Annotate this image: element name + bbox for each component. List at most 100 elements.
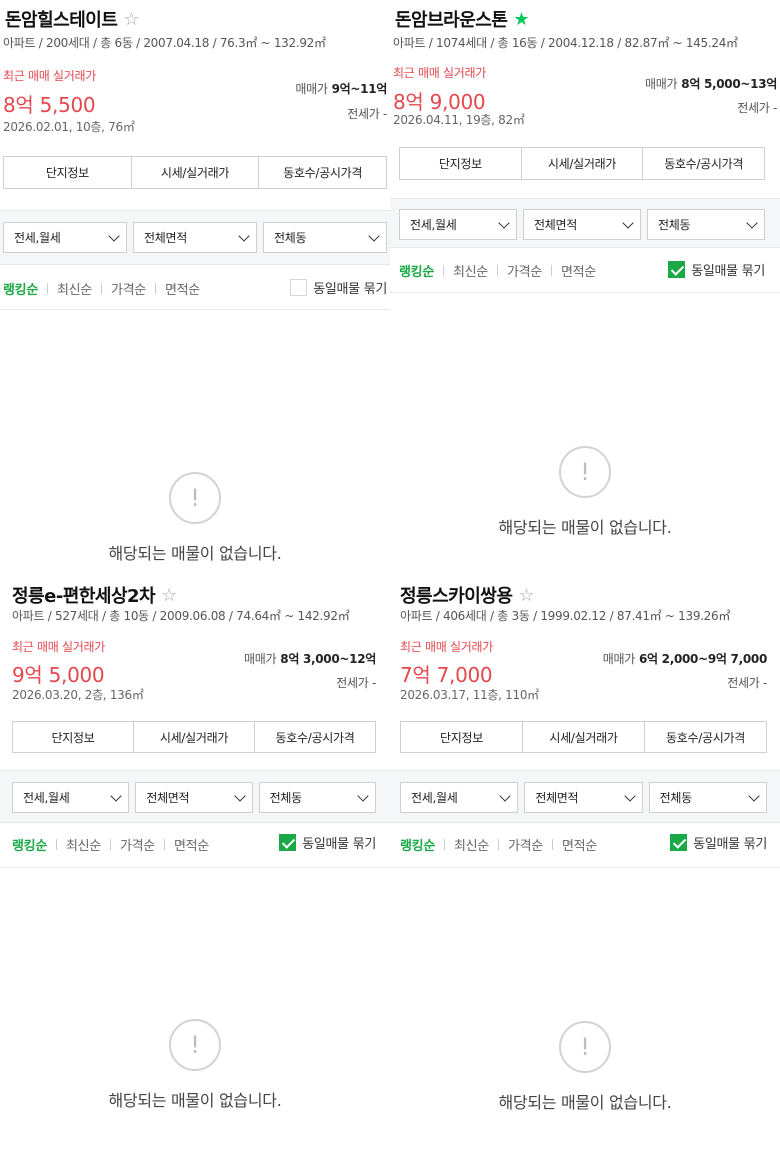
group-same-listings-checkbox[interactable] bbox=[670, 834, 688, 851]
complex-panel: 돈암힐스테이트 ☆ 아파트 / 200세대 / 총 6동 / 2007.04.1… bbox=[0, 0, 390, 576]
group-same-listings[interactable]: 동일매물 묶기 bbox=[668, 260, 765, 279]
group-same-listings-label: 동일매물 묶기 bbox=[691, 264, 765, 279]
area-select[interactable]: 전체면적 bbox=[523, 209, 641, 240]
divider bbox=[442, 265, 444, 276]
group-same-listings[interactable]: 동일매물 묶기 bbox=[670, 833, 767, 852]
trade-type-select[interactable]: 전세,월세 bbox=[3, 222, 127, 253]
tab-market-price[interactable]: 시세/실거래가 bbox=[523, 722, 645, 752]
chevron-down-icon bbox=[357, 789, 369, 802]
chevron-down-icon bbox=[498, 216, 510, 229]
trade-type-select-value: 전세,월세 bbox=[410, 218, 457, 232]
chevron-down-icon bbox=[746, 216, 758, 229]
group-same-listings[interactable]: 동일매물 묶기 bbox=[290, 278, 387, 297]
sort-price[interactable]: 가격순 bbox=[111, 279, 146, 298]
info-tabs: 단지정보 시세/실거래가 동호수/공시가격 bbox=[3, 156, 387, 189]
building-select[interactable]: 전체동 bbox=[263, 222, 387, 253]
sort-bar: 랭킹순 최신순 가격순 면적순 동일매물 묶기 bbox=[390, 824, 780, 868]
sale-price-range: 매매가 6억 2,000~9억 7,000 bbox=[603, 650, 768, 667]
area-select-value: 전체면적 bbox=[535, 791, 579, 805]
area-select[interactable]: 전체면적 bbox=[133, 222, 257, 253]
sort-area[interactable]: 면적순 bbox=[165, 279, 200, 298]
jeonse-price: 전세가 - bbox=[737, 99, 777, 116]
tab-unit-public-price[interactable]: 동호수/공시가격 bbox=[259, 157, 386, 188]
tab-market-price[interactable]: 시세/실거래가 bbox=[134, 722, 255, 752]
complex-title: 정릉e-편한세상2차 ☆ bbox=[12, 582, 177, 608]
empty-state: ! 해당되는 매물이 없습니다. bbox=[0, 472, 390, 564]
sort-latest[interactable]: 최신순 bbox=[57, 279, 92, 298]
info-tabs: 단지정보 시세/실거래가 동호수/공시가격 bbox=[399, 147, 765, 180]
divider bbox=[550, 265, 552, 276]
empty-message: 해당되는 매물이 없습니다. bbox=[498, 1093, 672, 1112]
building-select[interactable]: 전체동 bbox=[647, 209, 765, 240]
complex-meta: 아파트 / 527세대 / 총 10동 / 2009.06.08 / 74.64… bbox=[12, 609, 350, 623]
jeonse-price-label: 전세가 bbox=[336, 676, 369, 690]
tab-market-price[interactable]: 시세/실거래가 bbox=[132, 157, 260, 188]
tab-complex-info[interactable]: 단지정보 bbox=[400, 148, 522, 179]
tab-unit-public-price[interactable]: 동호수/공시가격 bbox=[643, 148, 764, 179]
complex-name: 돈암브라운스톤 bbox=[395, 10, 508, 31]
sort-price[interactable]: 가격순 bbox=[507, 261, 542, 280]
sort-ranking[interactable]: 랭킹순 bbox=[12, 835, 47, 854]
area-select-value: 전체면적 bbox=[146, 791, 190, 805]
sort-area[interactable]: 면적순 bbox=[561, 261, 596, 280]
complex-name: 정릉e-편한세상2차 bbox=[12, 586, 156, 607]
group-same-listings-checkbox[interactable] bbox=[668, 261, 686, 278]
recent-trade-detail: 2026.03.20, 2층, 136㎡ bbox=[12, 688, 144, 702]
group-same-listings[interactable]: 동일매물 묶기 bbox=[279, 833, 376, 852]
area-select[interactable]: 전체면적 bbox=[524, 782, 643, 813]
group-same-listings-checkbox[interactable] bbox=[290, 279, 308, 296]
jeonse-price-value: - bbox=[371, 676, 376, 690]
sort-price[interactable]: 가격순 bbox=[120, 835, 155, 854]
complex-meta: 아파트 / 200세대 / 총 6동 / 2007.04.18 / 76.3㎡ … bbox=[3, 36, 326, 50]
empty-message: 해당되는 매물이 없습니다. bbox=[108, 1091, 282, 1110]
jeonse-price-label: 전세가 bbox=[727, 676, 760, 690]
tab-unit-public-price[interactable]: 동호수/공시가격 bbox=[255, 722, 375, 752]
trade-type-select-value: 전세,월세 bbox=[14, 231, 61, 245]
sort-latest[interactable]: 최신순 bbox=[66, 835, 101, 854]
tab-complex-info[interactable]: 단지정보 bbox=[13, 722, 134, 752]
sort-price[interactable]: 가격순 bbox=[508, 835, 543, 854]
exclamation-icon: ! bbox=[169, 472, 221, 524]
area-select[interactable]: 전체면적 bbox=[135, 782, 253, 813]
trade-type-select[interactable]: 전세,월세 bbox=[399, 209, 517, 240]
sort-ranking[interactable]: 랭킹순 bbox=[400, 835, 435, 854]
divider bbox=[154, 283, 156, 294]
jeonse-price: 전세가 - bbox=[347, 105, 387, 122]
recent-trade-label: 최근 매매 실거래가 bbox=[400, 640, 493, 654]
sort-latest[interactable]: 최신순 bbox=[454, 835, 489, 854]
jeonse-price: 전세가 - bbox=[336, 674, 376, 691]
favorite-star-icon[interactable]: ☆ bbox=[161, 585, 177, 606]
chevron-down-icon bbox=[238, 229, 250, 242]
info-tabs: 단지정보 시세/실거래가 동호수/공시가격 bbox=[400, 721, 767, 753]
tab-market-price[interactable]: 시세/실거래가 bbox=[522, 148, 644, 179]
tab-complex-info[interactable]: 단지정보 bbox=[401, 722, 523, 752]
sort-area[interactable]: 면적순 bbox=[174, 835, 209, 854]
sort-ranking[interactable]: 랭킹순 bbox=[399, 261, 434, 280]
favorite-star-icon[interactable]: ☆ bbox=[518, 585, 534, 606]
sort-latest[interactable]: 최신순 bbox=[453, 261, 488, 280]
filter-bar: 전세,월세 전체면적 전체동 bbox=[0, 770, 390, 823]
empty-state: ! 해당되는 매물이 없습니다. bbox=[0, 1019, 390, 1111]
sale-price-value: 8억 5,000~13억 bbox=[681, 77, 777, 91]
building-select[interactable]: 전체동 bbox=[258, 782, 376, 813]
tab-complex-info[interactable]: 단지정보 bbox=[4, 157, 132, 188]
jeonse-price-label: 전세가 bbox=[737, 101, 770, 115]
favorite-star-icon[interactable]: ★ bbox=[513, 9, 529, 30]
group-same-listings-checkbox[interactable] bbox=[279, 834, 297, 851]
trade-type-select-value: 전세,월세 bbox=[23, 791, 70, 805]
empty-state: ! 해당되는 매물이 없습니다. bbox=[390, 1021, 780, 1113]
divider bbox=[46, 283, 48, 294]
favorite-star-icon[interactable]: ☆ bbox=[123, 9, 139, 30]
trade-type-select[interactable]: 전세,월세 bbox=[12, 782, 130, 813]
building-select[interactable]: 전체동 bbox=[648, 782, 767, 813]
sort-area[interactable]: 면적순 bbox=[562, 835, 597, 854]
sort-ranking[interactable]: 랭킹순 bbox=[3, 279, 38, 298]
tab-unit-public-price[interactable]: 동호수/공시가격 bbox=[645, 722, 766, 752]
sale-price-value: 9억~11억 bbox=[331, 82, 388, 96]
sale-price-value: 6억 2,000~9억 7,000 bbox=[638, 652, 767, 666]
group-same-listings-label: 동일매물 묶기 bbox=[313, 282, 387, 297]
trade-type-select[interactable]: 전세,월세 bbox=[400, 782, 519, 813]
jeonse-price-value: - bbox=[772, 101, 777, 115]
recent-trade-price: 7억 7,000 bbox=[400, 663, 493, 687]
area-select-value: 전체면적 bbox=[534, 218, 577, 232]
